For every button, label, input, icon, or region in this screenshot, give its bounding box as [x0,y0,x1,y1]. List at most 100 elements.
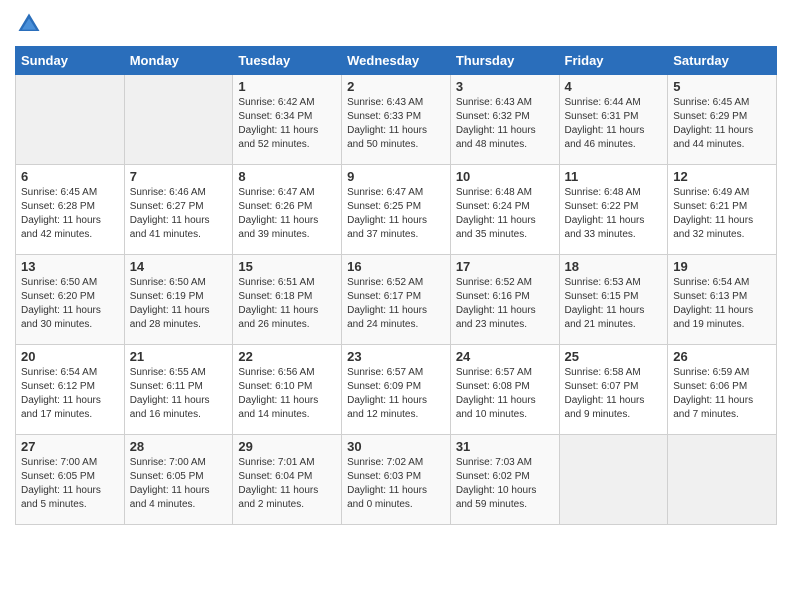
day-info: Sunrise: 7:02 AM Sunset: 6:03 PM Dayligh… [347,456,445,512]
day-number: 30 [347,439,445,454]
day-info: Sunrise: 6:52 AM Sunset: 6:17 PM Dayligh… [347,276,445,332]
calendar-cell: 24Sunrise: 6:57 AM Sunset: 6:08 PM Dayli… [450,345,559,435]
week-row-5: 27 Sunrise: 7:00 AM Sunset: 6:05 PM Dayli… [16,435,777,525]
day-info: Sunrise: 6:50 AM Sunset: 6:20 PM Dayligh… [21,276,119,332]
day-number: 31 [456,439,554,454]
logo-icon [15,10,43,38]
day-info: Sunrise: 7:00 AM Sunset: 6:05 PM Dayligh… [130,456,228,512]
header-day-thursday: Thursday [450,47,559,75]
calendar-header: SundayMondayTuesdayWednesdayThursdayFrid… [16,47,777,75]
header-day-monday: Monday [124,47,233,75]
day-info: Sunrise: 6:59 AM Sunset: 6:06 PM Dayligh… [673,366,771,422]
calendar-cell: 3 Sunrise: 6:43 AM Sunset: 6:32 PM Daylig… [450,75,559,165]
calendar-body: 1 Sunrise: 6:42 AM Sunset: 6:34 PM Daylig… [16,75,777,525]
calendar-cell: 15Sunrise: 6:51 AM Sunset: 6:18 PM Dayli… [233,255,342,345]
day-info: Sunrise: 6:54 AM Sunset: 6:12 PM Dayligh… [21,366,119,422]
day-number: 17 [456,259,554,274]
calendar-cell: 21 Sunrise: 6:55 AM Sunset: 6:11 PM Dayli… [124,345,233,435]
day-info: Sunrise: 7:03 AM Sunset: 6:02 PM Dayligh… [456,456,554,512]
calendar-cell: 7 Sunrise: 6:46 AM Sunset: 6:27 PM Daylig… [124,165,233,255]
day-info: Sunrise: 6:42 AM Sunset: 6:34 PM Dayligh… [238,96,336,152]
calendar-cell: 10 Sunrise: 6:48 AM Sunset: 6:24 PM Dayli… [450,165,559,255]
day-info: Sunrise: 6:52 AM Sunset: 6:16 PM Dayligh… [456,276,554,332]
calendar-table: SundayMondayTuesdayWednesdayThursdayFrid… [15,46,777,525]
day-number: 22 [238,349,336,364]
calendar-cell: 16 Sunrise: 6:52 AM Sunset: 6:17 PM Dayli… [342,255,451,345]
day-info: Sunrise: 6:47 AM Sunset: 6:26 PM Dayligh… [238,186,336,242]
calendar-cell [559,435,668,525]
day-number: 20 [21,349,119,364]
week-row-2: 6 Sunrise: 6:45 AM Sunset: 6:28 PM Daylig… [16,165,777,255]
calendar-cell: 6 Sunrise: 6:45 AM Sunset: 6:28 PM Daylig… [16,165,125,255]
day-number: 10 [456,169,554,184]
header-day-tuesday: Tuesday [233,47,342,75]
calendar-cell: 29Sunrise: 7:01 AM Sunset: 6:04 PM Dayli… [233,435,342,525]
week-row-4: 20 Sunrise: 6:54 AM Sunset: 6:12 PM Dayli… [16,345,777,435]
day-info: Sunrise: 6:50 AM Sunset: 6:19 PM Dayligh… [130,276,228,332]
day-number: 5 [673,79,771,94]
logo [15,10,47,38]
day-number: 11 [565,169,663,184]
calendar-cell: 19Sunrise: 6:54 AM Sunset: 6:13 PM Dayli… [668,255,777,345]
day-number: 26 [673,349,771,364]
day-info: Sunrise: 6:48 AM Sunset: 6:22 PM Dayligh… [565,186,663,242]
page: SundayMondayTuesdayWednesdayThursdayFrid… [0,0,792,540]
day-number: 7 [130,169,228,184]
calendar-cell: 17 Sunrise: 6:52 AM Sunset: 6:16 PM Dayli… [450,255,559,345]
calendar-cell: 1 Sunrise: 6:42 AM Sunset: 6:34 PM Daylig… [233,75,342,165]
day-number: 13 [21,259,119,274]
calendar-cell: 23 Sunrise: 6:57 AM Sunset: 6:09 PM Dayli… [342,345,451,435]
calendar-cell: 5 Sunrise: 6:45 AM Sunset: 6:29 PM Daylig… [668,75,777,165]
calendar-cell: 20 Sunrise: 6:54 AM Sunset: 6:12 PM Dayli… [16,345,125,435]
day-info: Sunrise: 6:55 AM Sunset: 6:11 PM Dayligh… [130,366,228,422]
calendar-cell: 8 Sunrise: 6:47 AM Sunset: 6:26 PM Daylig… [233,165,342,255]
calendar-cell: 9 Sunrise: 6:47 AM Sunset: 6:25 PM Daylig… [342,165,451,255]
day-number: 25 [565,349,663,364]
day-info: Sunrise: 6:57 AM Sunset: 6:09 PM Dayligh… [347,366,445,422]
day-number: 15 [238,259,336,274]
day-number: 18 [565,259,663,274]
day-number: 8 [238,169,336,184]
day-info: Sunrise: 6:56 AM Sunset: 6:10 PM Dayligh… [238,366,336,422]
day-info: Sunrise: 7:00 AM Sunset: 6:05 PM Dayligh… [21,456,119,512]
calendar-cell: 25 Sunrise: 6:58 AM Sunset: 6:07 PM Dayli… [559,345,668,435]
day-info: Sunrise: 6:45 AM Sunset: 6:29 PM Dayligh… [673,96,771,152]
calendar-cell: 14Sunrise: 6:50 AM Sunset: 6:19 PM Dayli… [124,255,233,345]
day-info: Sunrise: 6:54 AM Sunset: 6:13 PM Dayligh… [673,276,771,332]
day-number: 6 [21,169,119,184]
day-number: 21 [130,349,228,364]
day-number: 12 [673,169,771,184]
header-day-sunday: Sunday [16,47,125,75]
calendar-cell: 4 Sunrise: 6:44 AM Sunset: 6:31 PM Daylig… [559,75,668,165]
day-number: 24 [456,349,554,364]
day-number: 28 [130,439,228,454]
day-info: Sunrise: 7:01 AM Sunset: 6:04 PM Dayligh… [238,456,336,512]
day-number: 1 [238,79,336,94]
day-number: 23 [347,349,445,364]
day-info: Sunrise: 6:45 AM Sunset: 6:28 PM Dayligh… [21,186,119,242]
header [15,10,777,38]
calendar-cell: 18 Sunrise: 6:53 AM Sunset: 6:15 PM Dayli… [559,255,668,345]
calendar-cell: 12Sunrise: 6:49 AM Sunset: 6:21 PM Dayli… [668,165,777,255]
calendar-cell: 30 Sunrise: 7:02 AM Sunset: 6:03 PM Dayli… [342,435,451,525]
header-day-wednesday: Wednesday [342,47,451,75]
day-number: 9 [347,169,445,184]
day-info: Sunrise: 6:48 AM Sunset: 6:24 PM Dayligh… [456,186,554,242]
day-info: Sunrise: 6:47 AM Sunset: 6:25 PM Dayligh… [347,186,445,242]
calendar-cell: 31 Sunrise: 7:03 AM Sunset: 6:02 PM Dayli… [450,435,559,525]
calendar-cell: 22 Sunrise: 6:56 AM Sunset: 6:10 PM Dayli… [233,345,342,435]
day-info: Sunrise: 6:58 AM Sunset: 6:07 PM Dayligh… [565,366,663,422]
calendar-cell: 13 Sunrise: 6:50 AM Sunset: 6:20 PM Dayli… [16,255,125,345]
calendar-cell [124,75,233,165]
day-number: 16 [347,259,445,274]
day-number: 27 [21,439,119,454]
day-info: Sunrise: 6:43 AM Sunset: 6:32 PM Dayligh… [456,96,554,152]
day-number: 4 [565,79,663,94]
calendar-cell [16,75,125,165]
calendar-cell: 26 Sunrise: 6:59 AM Sunset: 6:06 PM Dayli… [668,345,777,435]
day-info: Sunrise: 6:44 AM Sunset: 6:31 PM Dayligh… [565,96,663,152]
day-info: Sunrise: 6:53 AM Sunset: 6:15 PM Dayligh… [565,276,663,332]
day-info: Sunrise: 6:46 AM Sunset: 6:27 PM Dayligh… [130,186,228,242]
calendar-cell: 27 Sunrise: 7:00 AM Sunset: 6:05 PM Dayli… [16,435,125,525]
day-number: 3 [456,79,554,94]
